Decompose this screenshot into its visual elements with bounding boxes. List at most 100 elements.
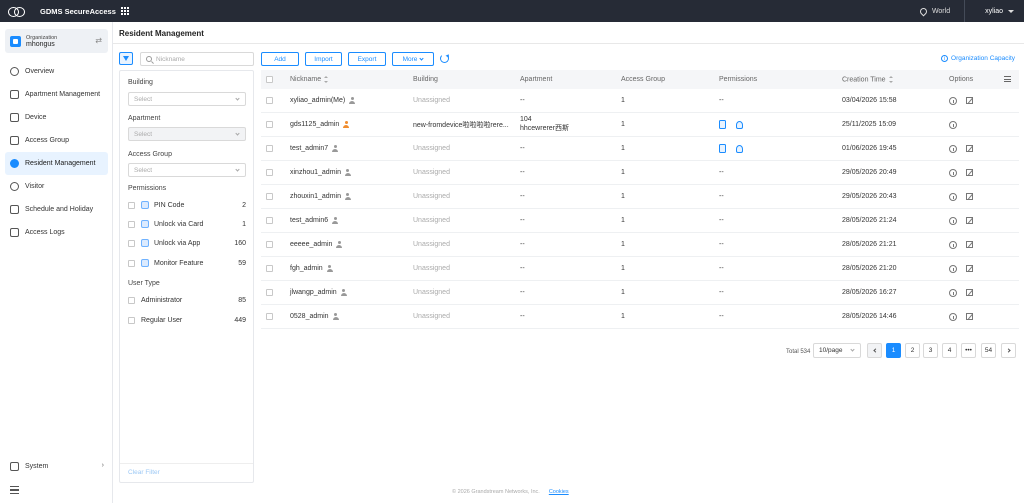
filter-unlock-via-app[interactable]: Unlock via App 160 xyxy=(128,238,248,248)
filter-pin-code[interactable]: PIN Code 2 xyxy=(128,200,248,210)
filter-unlock-via-card[interactable]: Unlock via Card 1 xyxy=(128,219,248,229)
row-checkbox[interactable] xyxy=(266,121,273,128)
sidebar-item-overview[interactable]: Overview xyxy=(0,60,113,83)
user-menu[interactable]: xyliao xyxy=(985,8,1003,15)
table-row[interactable]: jlwangp_admin Unassigned -- 1 -- 28/05/2026 1… xyxy=(261,281,1019,305)
info-icon[interactable] xyxy=(949,240,957,249)
edit-icon[interactable] xyxy=(966,217,973,224)
table-row[interactable]: test_admin6 Unassigned -- 1 -- 28/05/2026 21:… xyxy=(261,209,1019,233)
switch-icon[interactable]: ⇄ xyxy=(95,36,102,45)
info-icon[interactable] xyxy=(949,192,957,201)
sidebar-item-visitor[interactable]: Visitor xyxy=(0,175,113,198)
page-4-button[interactable]: 4 xyxy=(942,343,957,358)
row-checkbox[interactable] xyxy=(266,289,273,296)
user-icon xyxy=(332,217,339,224)
more-button[interactable]: More xyxy=(392,52,434,66)
page-ellipsis-button[interactable]: ••• xyxy=(961,343,976,358)
column-settings-icon[interactable] xyxy=(1004,76,1011,82)
sidebar-item-access-logs[interactable]: Access Logs xyxy=(0,221,113,244)
apartment-value: -- xyxy=(520,241,525,248)
row-checkbox[interactable] xyxy=(266,193,273,200)
filter-monitor-feature[interactable]: Monitor Feature 59 xyxy=(128,258,248,268)
sidebar-item-resident-management[interactable]: Resident Management xyxy=(5,152,108,175)
edit-icon[interactable] xyxy=(966,145,973,152)
chevron-right-icon: › xyxy=(101,462,104,469)
next-page-button[interactable] xyxy=(1001,343,1016,358)
collapse-sidebar-icon[interactable] xyxy=(10,486,19,494)
info-icon[interactable] xyxy=(949,312,957,321)
prev-page-button[interactable] xyxy=(867,343,882,358)
organization-capacity-link[interactable]: i Organization Capacity xyxy=(941,55,1015,62)
info-icon[interactable] xyxy=(949,96,957,105)
info-icon[interactable] xyxy=(949,168,957,177)
edit-icon[interactable] xyxy=(966,169,973,176)
checkbox[interactable] xyxy=(128,259,135,267)
chevron-down-icon[interactable] xyxy=(1008,9,1014,13)
import-button[interactable]: Import xyxy=(305,52,342,66)
region-selector[interactable]: World xyxy=(932,8,950,15)
table-row[interactable]: test_admin7 Unassigned -- 1 01/06/2026 19:45 xyxy=(261,137,1019,161)
filter-toggle-button[interactable] xyxy=(119,52,133,65)
page-54-button[interactable]: 54 xyxy=(981,343,996,358)
select-all-checkbox[interactable] xyxy=(266,76,273,83)
export-button[interactable]: Export xyxy=(348,52,386,66)
table-row[interactable]: fgh_admin Unassigned -- 1 -- 28/05/2026 21:20 xyxy=(261,257,1019,281)
page-2-button[interactable]: 2 xyxy=(905,343,920,358)
edit-icon[interactable] xyxy=(966,289,973,296)
sidebar-item-access-group[interactable]: Access Group xyxy=(0,129,113,152)
row-checkbox[interactable] xyxy=(266,97,273,104)
filter-administrator[interactable]: Administrator 85 xyxy=(128,295,248,305)
table-row[interactable]: zhouxin1_admin Unassigned -- 1 -- 29/05/2026 … xyxy=(261,185,1019,209)
sidebar-item-system[interactable]: System › xyxy=(0,459,113,473)
app-grid-icon[interactable] xyxy=(120,7,129,15)
row-checkbox[interactable] xyxy=(266,217,273,224)
header-creation-time[interactable]: Creation Time xyxy=(842,75,893,83)
table-row[interactable]: gds1125_admin new-fromdevice啦啦啦啦rere... 10… xyxy=(261,113,1019,137)
sidebar-item-schedule-and-holiday[interactable]: Schedule and Holiday xyxy=(0,198,113,221)
sidebar: Organization mhongus ⇄ Overview Apartmen… xyxy=(0,22,113,503)
access-group-select[interactable]: Select xyxy=(128,163,246,177)
refresh-icon[interactable] xyxy=(440,54,449,63)
info-icon[interactable] xyxy=(949,264,957,273)
edit-icon[interactable] xyxy=(966,313,973,320)
building-select[interactable]: Select xyxy=(128,92,246,106)
row-checkbox[interactable] xyxy=(266,241,273,248)
sort-icon[interactable] xyxy=(888,75,893,83)
table-row[interactable]: xinzhou1_admin Unassigned -- 1 -- 29/05/2026 … xyxy=(261,161,1019,185)
info-icon[interactable] xyxy=(949,288,957,297)
page-3-button[interactable]: 3 xyxy=(923,343,938,358)
info-icon[interactable] xyxy=(949,120,957,129)
sidebar-item-apartment-management[interactable]: Apartment Management xyxy=(0,83,113,106)
edit-icon[interactable] xyxy=(966,265,973,272)
sidebar-item-device[interactable]: Device xyxy=(0,106,113,129)
edit-icon[interactable] xyxy=(966,241,973,248)
edit-icon[interactable] xyxy=(966,193,973,200)
organization-switcher[interactable]: Organization mhongus ⇄ xyxy=(5,29,108,53)
info-icon[interactable] xyxy=(949,144,957,153)
page-1-button[interactable]: 1 xyxy=(886,343,901,358)
edit-icon[interactable] xyxy=(966,97,973,104)
page-size-select[interactable]: 10/page xyxy=(813,343,861,358)
row-checkbox[interactable] xyxy=(266,169,273,176)
table-row[interactable]: eeeee_admin Unassigned -- 1 -- 28/05/2026 21:… xyxy=(261,233,1019,257)
table-row[interactable]: 0528_admin Unassigned -- 1 -- 28/05/2026 14:4… xyxy=(261,305,1019,329)
checkbox[interactable] xyxy=(128,316,135,324)
apartment-select[interactable]: Select xyxy=(128,127,246,141)
row-checkbox[interactable] xyxy=(266,313,273,320)
filter-regular-user[interactable]: Regular User 449 xyxy=(128,315,248,325)
checkbox[interactable] xyxy=(128,220,135,228)
search-input[interactable] xyxy=(156,55,246,63)
row-checkbox[interactable] xyxy=(266,265,273,272)
sort-icon[interactable] xyxy=(324,76,329,83)
checkbox[interactable] xyxy=(128,201,135,209)
checkbox[interactable] xyxy=(128,296,135,304)
table-row[interactable]: xyliao_admin(Me) Unassigned -- 1 -- 03/04/202… xyxy=(261,89,1019,113)
cookies-link[interactable]: Cookies xyxy=(549,489,569,495)
clear-filter-link[interactable]: Clear Filter xyxy=(128,469,160,476)
checkbox[interactable] xyxy=(128,239,135,247)
info-icon[interactable] xyxy=(949,216,957,225)
search-box[interactable] xyxy=(140,52,254,66)
row-checkbox[interactable] xyxy=(266,145,273,152)
header-nickname[interactable]: Nickname xyxy=(290,76,329,83)
add-button[interactable]: Add xyxy=(261,52,299,66)
